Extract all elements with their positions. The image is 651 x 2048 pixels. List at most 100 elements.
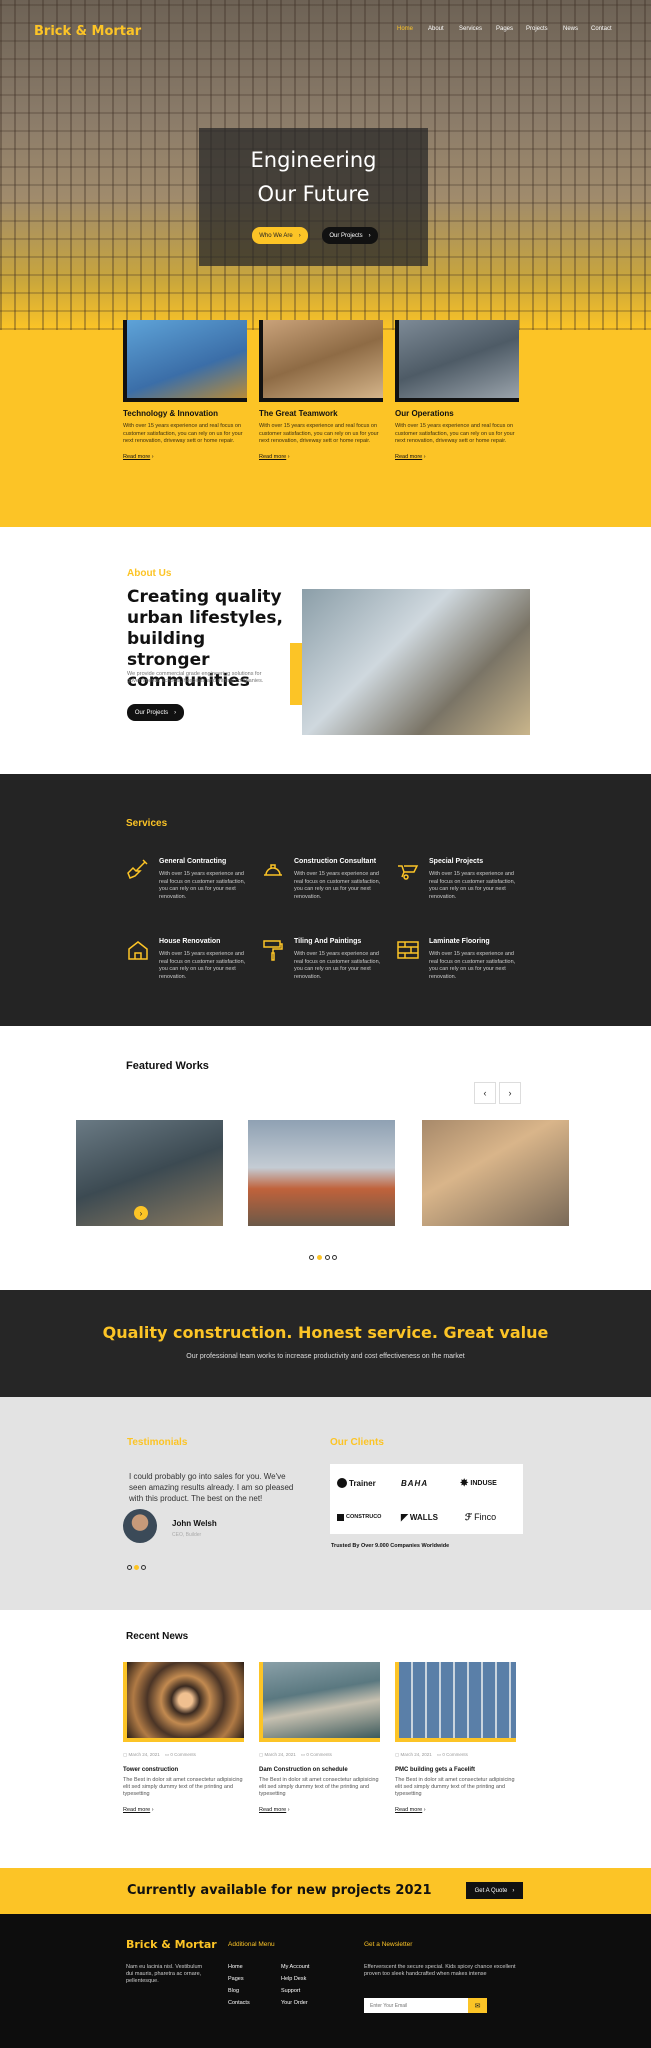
footer-link-account[interactable]: My Account (281, 1964, 309, 1970)
our-projects-button[interactable]: Our Projects › (322, 227, 378, 244)
shovel-icon (127, 859, 148, 879)
news-date: March 24, 2021 (128, 1752, 160, 1757)
feature-card: The Great Teamwork With over 15 years ex… (259, 320, 383, 460)
work-link-button[interactable]: › (134, 1206, 148, 1220)
carousel-dot[interactable] (141, 1565, 146, 1570)
footer-link-contacts[interactable]: Contacts (228, 2000, 250, 2006)
service-item[interactable]: Special Projects With over 15 years expe… (396, 858, 531, 908)
newsletter-submit-button[interactable]: ✉ (468, 1998, 487, 2013)
footer-link-helpdesk[interactable]: Help Desk (281, 1976, 306, 1982)
feature-title: Our Operations (395, 409, 454, 418)
nav-services[interactable]: Services (459, 26, 482, 32)
service-item[interactable]: Construction Consultant With over 15 yea… (261, 858, 396, 908)
clients-heading: Our Clients (330, 1437, 384, 1448)
star-icon: ✸ (460, 1477, 469, 1489)
footer-menu-heading: Additional Menu (228, 1941, 275, 1948)
bricks-icon (397, 941, 419, 959)
service-title: Tiling And Paintings (294, 938, 362, 945)
who-we-are-label: Who We Are (259, 232, 293, 239)
read-more-label: Read more (259, 453, 287, 460)
feature-image (395, 320, 519, 402)
footer-link-order[interactable]: Your Order (281, 2000, 308, 2006)
news-title[interactable]: PMC building gets a Facelift (395, 1767, 520, 1773)
read-more-label: Read more (259, 1807, 287, 1813)
feature-card: Technology & Innovation With over 15 yea… (123, 320, 247, 460)
service-item[interactable]: Tiling And Paintings With over 15 years … (261, 938, 396, 988)
footer-link-home[interactable]: Home (228, 1964, 243, 1970)
read-more-label: Read more (123, 453, 151, 460)
read-more-link[interactable]: Read more › (123, 454, 247, 460)
news-title[interactable]: Tower construction (123, 1767, 248, 1773)
footer-link-support[interactable]: Support (281, 1988, 300, 1994)
client-logo-induse: ✸ INDUSE (460, 1476, 516, 1490)
testimonials-section: Testimonials I could probably go into sa… (0, 1397, 651, 1610)
read-more-link[interactable]: Read more › (259, 454, 383, 460)
client-name: BAHA (401, 1478, 429, 1488)
read-more-label: Read more (395, 453, 423, 460)
hero-section: Brick & Mortar Home About Services Pages… (0, 0, 651, 527)
service-item[interactable]: House Renovation With over 15 years expe… (126, 938, 261, 988)
news-image[interactable] (259, 1662, 380, 1742)
service-item[interactable]: Laminate Flooring With over 15 years exp… (396, 938, 531, 988)
service-item[interactable]: General Contracting With over 15 years e… (126, 858, 261, 908)
testimonial-name: John Welsh (172, 1519, 217, 1528)
about-image (302, 589, 530, 735)
who-we-are-button[interactable]: Who We Are › (252, 227, 308, 244)
service-text: With over 15 years experience and real f… (429, 871, 516, 900)
featured-work-card[interactable]: › (76, 1120, 223, 1226)
get-quote-button[interactable]: Get A Quote › (466, 1882, 523, 1899)
carousel-dot-active[interactable] (317, 1255, 322, 1260)
carousel-dot[interactable] (127, 1565, 132, 1570)
news-comments: 0 Comments (170, 1752, 196, 1757)
cta-banner: Currently available for new projects 202… (0, 1868, 651, 1914)
nav-news[interactable]: News (563, 26, 578, 32)
read-more-link[interactable]: Read more › (259, 1807, 384, 1813)
testimonial-quote: I could probably go into sales for you. … (129, 1472, 294, 1503)
news-title[interactable]: Dam Construction on schedule (259, 1767, 384, 1773)
carousel-dot[interactable] (332, 1255, 337, 1260)
featured-work-card[interactable] (248, 1120, 395, 1226)
prev-arrow-button[interactable]: ‹ (474, 1082, 496, 1104)
nav-about[interactable]: About (428, 26, 444, 32)
footer-logo[interactable]: Brick & Mortar (126, 1938, 217, 1951)
about-projects-button[interactable]: Our Projects › (127, 704, 184, 721)
news-image[interactable] (395, 1662, 516, 1742)
feature-text: With over 15 years experience and real f… (395, 423, 515, 444)
read-more-link[interactable]: Read more › (123, 1807, 248, 1813)
client-logo-walls: ◤ WALLS (401, 1510, 456, 1524)
hero-title-line1: Engineering (250, 148, 377, 172)
client-name: Trainer (349, 1478, 376, 1488)
client-logo-baha: BAHA (401, 1476, 446, 1490)
client-logo-finco: ℱ Finco (465, 1510, 510, 1524)
service-text: With over 15 years experience and real f… (159, 871, 246, 900)
brand-logo[interactable]: Brick & Mortar (34, 24, 141, 39)
carousel-dot-active[interactable] (134, 1565, 139, 1570)
comment-icon: ▭ (164, 1752, 170, 1757)
newsletter-email-input[interactable] (364, 1998, 468, 2013)
feature-title: The Great Teamwork (259, 409, 338, 418)
read-more-link[interactable]: Read more › (395, 1807, 520, 1813)
nav-projects[interactable]: Projects (526, 26, 548, 32)
service-title: General Contracting (159, 858, 227, 865)
quality-title: Quality construction. Honest service. Gr… (102, 1323, 549, 1342)
footer: Brick & Mortar Nam eu lacinia nisl. Vest… (0, 1914, 651, 2048)
news-image[interactable] (123, 1662, 244, 1742)
calendar-icon: ▢ (123, 1752, 128, 1757)
carousel-dot[interactable] (309, 1255, 314, 1260)
carousel-dot[interactable] (325, 1255, 330, 1260)
read-more-link[interactable]: Read more › (395, 454, 519, 460)
news-date: March 24, 2021 (400, 1752, 432, 1757)
nav-home[interactable]: Home (397, 26, 413, 32)
news-comments: 0 Comments (442, 1752, 468, 1757)
client-logo-construco: CONSTRUCO (337, 1510, 395, 1524)
next-arrow-button[interactable]: › (499, 1082, 521, 1104)
service-text: With over 15 years experience and real f… (294, 871, 381, 900)
chevron-right-icon: › (298, 232, 301, 239)
featured-work-card[interactable] (422, 1120, 569, 1226)
nav-pages[interactable]: Pages (496, 26, 513, 32)
nav-contact[interactable]: Contact (591, 26, 612, 32)
walls-logo-icon: ◤ (401, 1511, 408, 1522)
footer-link-pages[interactable]: Pages (228, 1976, 244, 1982)
footer-link-blog[interactable]: Blog (228, 1988, 239, 1994)
news-card: ▢ March 24, 2021 ▭ 0 Comments Tower cons… (123, 1662, 248, 1813)
